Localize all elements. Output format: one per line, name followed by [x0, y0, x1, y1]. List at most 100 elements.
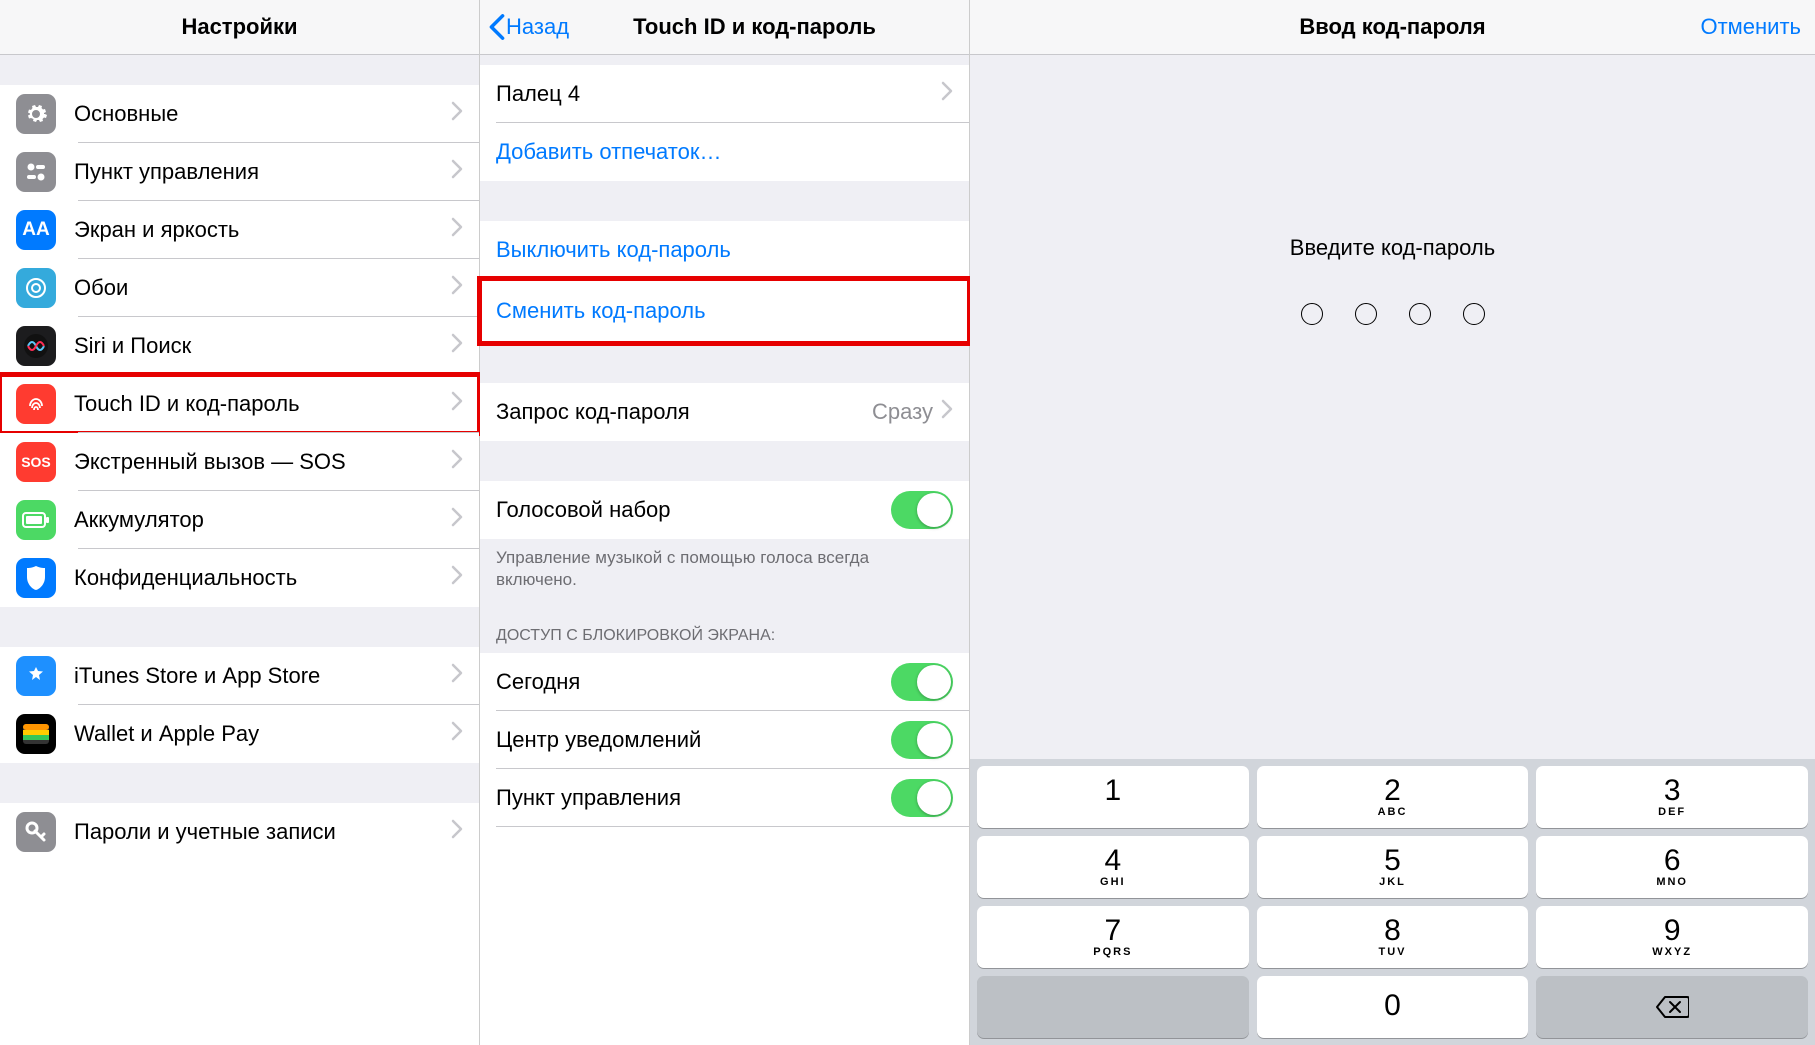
chevron-right-icon [451, 449, 463, 475]
row-finger-4[interactable]: Палец 4 [480, 65, 969, 123]
row-require-passcode[interactable]: Запрос код-пароля Сразу [480, 383, 969, 441]
chevron-right-icon [451, 333, 463, 359]
key-letters: GHI [1100, 876, 1126, 888]
group-gap [0, 607, 479, 647]
group-gap [480, 441, 969, 481]
nc-label: Центр уведомлений [496, 727, 891, 753]
key-digit: 6 [1664, 846, 1681, 876]
passcode-dot [1355, 303, 1377, 325]
chevron-right-icon [451, 275, 463, 301]
switch-today[interactable] [891, 663, 953, 701]
cc-label: Пункт управления [496, 785, 891, 811]
cancel-button[interactable]: Отменить [1700, 14, 1801, 40]
navbar-settings: Настройки [0, 0, 479, 55]
chevron-right-icon [451, 819, 463, 845]
settings-row-display[interactable]: AAЭкран и яркость [0, 201, 479, 259]
backspace-icon [1655, 995, 1689, 1019]
settings-row-sos[interactable]: SOSЭкстренный вызов — SOS [0, 433, 479, 491]
as-icon [16, 656, 56, 696]
back-label: Назад [506, 14, 569, 40]
chevron-right-icon [451, 507, 463, 533]
disp-icon: AA [16, 210, 56, 250]
keypad-key-7[interactable]: 7PQRS [977, 906, 1249, 968]
touchid-pane: Назад Touch ID и код-пароль Палец 4 Доба… [480, 0, 970, 1045]
chevron-right-icon [941, 81, 953, 107]
keypad-key-9[interactable]: 9WXYZ [1536, 906, 1808, 968]
settings-row-battery[interactable]: Аккумулятор [0, 491, 479, 549]
keypad-key-3[interactable]: 3DEF [1536, 766, 1808, 828]
switch-cc[interactable] [891, 779, 953, 817]
settings-row-wallpaper[interactable]: Обои [0, 259, 479, 317]
passcode-dots [1301, 303, 1485, 325]
chevron-right-icon [451, 101, 463, 127]
row-control-center-lock[interactable]: Пункт управления [480, 769, 969, 827]
row-turn-off-passcode[interactable]: Выключить код-пароль [480, 221, 969, 279]
priv-icon [16, 558, 56, 598]
keypad-key-1[interactable]: 1 [977, 766, 1249, 828]
passcode-dot [1301, 303, 1323, 325]
finger4-label: Палец 4 [496, 81, 941, 107]
key-digit: 3 [1664, 776, 1681, 806]
key-letters: TUV [1378, 946, 1406, 958]
chevron-right-icon [451, 391, 463, 417]
bat-icon [16, 500, 56, 540]
settings-row-siri[interactable]: Siri и Поиск [0, 317, 479, 375]
key-digit: 0 [1384, 991, 1401, 1021]
turn-off-label: Выключить код-пароль [496, 237, 953, 263]
group-gap [0, 763, 479, 803]
passcode-dot [1409, 303, 1431, 325]
navbar-touchid: Назад Touch ID и код-пароль [480, 0, 969, 55]
switch-nc[interactable] [891, 721, 953, 759]
settings-root-pane: Настройки ОсновныеПункт управленияAAЭкра… [0, 0, 480, 1045]
key-digit: 7 [1104, 916, 1121, 946]
change-label: Сменить код-пароль [496, 298, 953, 324]
voice-dial-label: Голосовой набор [496, 497, 891, 523]
switch-voice-dial[interactable] [891, 491, 953, 529]
touch-icon [16, 384, 56, 424]
numeric-keypad: 1 2ABC3DEF4GHI5JKL6MNO7PQRS8TUV9WXYZ0 [970, 759, 1815, 1045]
require-value: Сразу [872, 399, 933, 425]
settings-row-passwords[interactable]: Пароли и учетные записи [0, 803, 479, 861]
keypad-key-6[interactable]: 6MNO [1536, 836, 1808, 898]
row-label: Siri и Поиск [74, 333, 451, 359]
keypad-key-5[interactable]: 5JKL [1257, 836, 1529, 898]
row-label: Touch ID и код-пароль [74, 391, 451, 417]
passcode-area: Введите код-пароль [970, 55, 1815, 759]
settings-row-touchid[interactable]: Touch ID и код-пароль [0, 375, 479, 433]
settings-row-appstore[interactable]: iTunes Store и App Store [0, 647, 479, 705]
cc-icon [16, 152, 56, 192]
sos-icon: SOS [16, 442, 56, 482]
back-button[interactable]: Назад [488, 13, 569, 41]
require-label: Запрос код-пароля [496, 399, 872, 425]
row-label: Пароли и учетные записи [74, 819, 451, 845]
navbar-passcode: Ввод код-пароля Отменить [970, 0, 1815, 55]
keypad-key-4[interactable]: 4GHI [977, 836, 1249, 898]
keypad-backspace[interactable] [1536, 976, 1808, 1038]
gear-icon [16, 94, 56, 134]
key-digit: 9 [1664, 916, 1681, 946]
lock-screen-header: ДОСТУП С БЛОКИРОВКОЙ ЭКРАНА: [480, 619, 969, 653]
key-letters: ABC [1378, 806, 1408, 818]
wall-icon [16, 268, 56, 308]
row-label: iTunes Store и App Store [74, 663, 451, 689]
row-change-passcode[interactable]: Сменить код-пароль [480, 279, 969, 343]
keypad-key-0[interactable]: 0 [1257, 976, 1529, 1038]
settings-row-wallet[interactable]: Wallet и Apple Pay [0, 705, 479, 763]
nav-title: Настройки [181, 14, 297, 40]
chevron-right-icon [941, 399, 953, 425]
chevron-right-icon [451, 217, 463, 243]
settings-row-control-center[interactable]: Пункт управления [0, 143, 479, 201]
group-gap [0, 55, 479, 85]
key-digit: 4 [1104, 846, 1121, 876]
settings-row-general[interactable]: Основные [0, 85, 479, 143]
key-letters: PQRS [1093, 946, 1132, 958]
row-label: Аккумулятор [74, 507, 451, 533]
keypad-key-2[interactable]: 2ABC [1257, 766, 1529, 828]
key-letters: DEF [1658, 806, 1686, 818]
row-add-fingerprint[interactable]: Добавить отпечаток… [480, 123, 969, 181]
row-today[interactable]: Сегодня [480, 653, 969, 711]
row-voice-dial[interactable]: Голосовой набор [480, 481, 969, 539]
settings-row-privacy[interactable]: Конфиденциальность [0, 549, 479, 607]
row-notification-center[interactable]: Центр уведомлений [480, 711, 969, 769]
keypad-key-8[interactable]: 8TUV [1257, 906, 1529, 968]
